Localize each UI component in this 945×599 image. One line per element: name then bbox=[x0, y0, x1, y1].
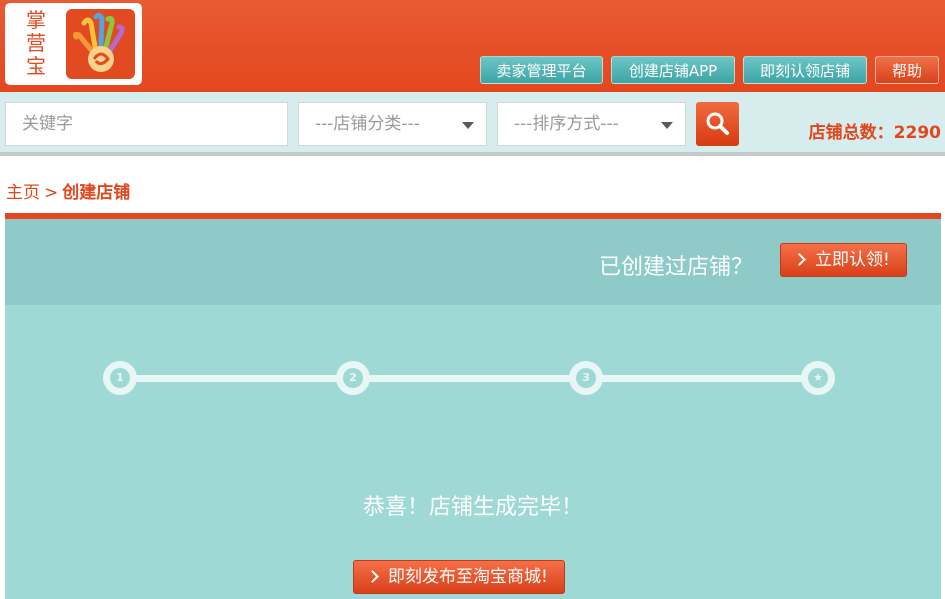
step-2: 2 bbox=[336, 361, 370, 395]
category-select-label: ---店铺分类--- bbox=[315, 114, 420, 134]
breadcrumb-current: 创建店铺 bbox=[62, 183, 131, 203]
step-1: 1 bbox=[103, 361, 137, 395]
success-message: 恭喜！店铺生成完毕！ bbox=[362, 495, 583, 520]
step-3-label: 3 bbox=[576, 368, 596, 388]
claim-now-label: 立即认领! bbox=[815, 250, 890, 270]
sort-select-label: ---排序方式--- bbox=[514, 114, 619, 134]
claim-now-button[interactable]: 立即认领! bbox=[780, 243, 907, 277]
step-complete: ★ bbox=[801, 361, 835, 395]
help-button[interactable]: 帮助 bbox=[875, 56, 939, 84]
search-icon bbox=[706, 112, 729, 135]
breadcrumb: 主页 > 创建店铺 bbox=[6, 178, 130, 203]
chevron-right-icon bbox=[793, 253, 806, 266]
chevron-down-icon bbox=[661, 122, 673, 129]
create-store-panel: 已创建过店铺？ 立即认领! 1 2 3 ★ 恭喜！店铺生成完毕！ 即刻发布至淘宝… bbox=[5, 213, 941, 599]
step-2-label: 2 bbox=[343, 368, 363, 388]
header-bar: 掌营宝 卖家管理平台 创建店铺APP 即刻认领店铺 帮助 bbox=[0, 0, 945, 92]
store-total-count: 店铺总数：2290 bbox=[808, 123, 941, 143]
chevron-down-icon bbox=[462, 122, 474, 129]
progress-line bbox=[121, 375, 821, 382]
step-3: 3 bbox=[569, 361, 603, 395]
search-bar: 关键字 ---店铺分类--- ---排序方式--- 店铺总数：2290 bbox=[0, 92, 945, 156]
panel-header: 已创建过店铺？ 立即认领! bbox=[5, 219, 941, 305]
publish-label: 即刻发布至淘宝商城! bbox=[388, 567, 548, 587]
chevron-right-icon bbox=[366, 570, 379, 583]
sort-select[interactable]: ---排序方式--- bbox=[497, 102, 686, 146]
claim-store-button[interactable]: 即刻认领店铺 bbox=[743, 56, 867, 84]
category-select[interactable]: ---店铺分类--- bbox=[298, 102, 487, 146]
breadcrumb-home-link[interactable]: 主页 bbox=[6, 183, 40, 203]
keyword-input[interactable]: 关键字 bbox=[5, 102, 288, 146]
step-1-label: 1 bbox=[110, 368, 130, 388]
top-nav: 卖家管理平台 创建店铺APP 即刻认领店铺 帮助 bbox=[0, 56, 945, 84]
seller-platform-button[interactable]: 卖家管理平台 bbox=[480, 56, 603, 84]
progress-steps: 1 2 3 ★ bbox=[5, 359, 941, 399]
search-button[interactable] bbox=[696, 102, 739, 146]
breadcrumb-separator: > bbox=[44, 183, 59, 203]
create-store-app-button[interactable]: 创建店铺APP bbox=[611, 56, 735, 84]
star-icon: ★ bbox=[808, 368, 828, 388]
publish-to-taobao-button[interactable]: 即刻发布至淘宝商城! bbox=[353, 560, 565, 594]
already-created-question: 已创建过店铺？ bbox=[598, 255, 753, 280]
